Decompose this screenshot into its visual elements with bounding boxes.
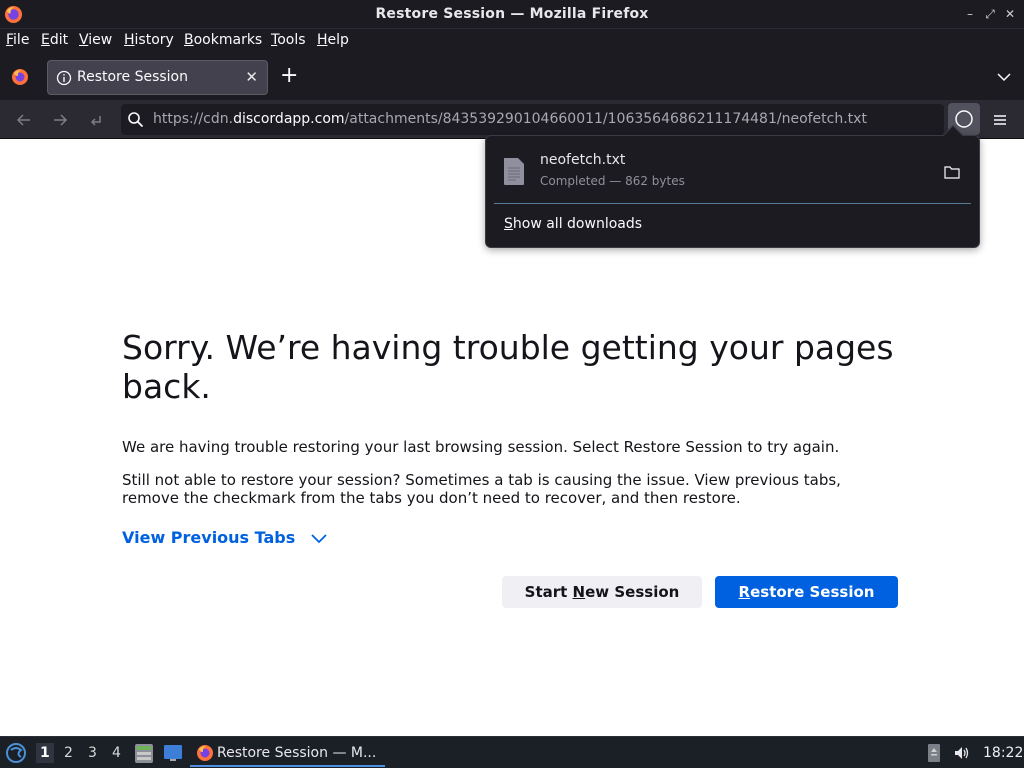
tab-label: Restore Session — [77, 69, 188, 85]
close-window-button[interactable]: ✕ — [1003, 7, 1017, 21]
start-menu-icon[interactable] — [5, 742, 27, 764]
menu-file[interactable]: File — [6, 32, 29, 48]
description-text: We are having trouble restoring your las… — [122, 438, 840, 456]
restore-session-button[interactable]: Restore Session — [715, 576, 898, 608]
menu-tools[interactable]: Tools — [271, 32, 306, 48]
menu-bar: File Edit View History Bookmarks Tools H… — [0, 29, 1024, 54]
forward-icon[interactable] — [51, 111, 69, 129]
file-manager-icon[interactable] — [134, 742, 154, 764]
maximize-button[interactable]: ⤢ — [983, 7, 997, 21]
chevron-down-icon[interactable] — [311, 532, 327, 544]
workspace-2[interactable]: 2 — [64, 745, 73, 761]
reload-icon[interactable] — [87, 111, 105, 129]
workspace-3[interactable]: 3 — [88, 745, 97, 761]
workspace-4[interactable]: 4 — [112, 745, 121, 761]
tab-restore-session[interactable]: Restore Session ✕ — [47, 60, 268, 95]
url-text: https://cdn.discordapp.com/attachments/8… — [153, 111, 867, 127]
clock: 18:22 — [983, 745, 1024, 761]
new-tab-button[interactable]: + — [280, 65, 298, 87]
show-all-downloads-button[interactable]: Show all downloads — [504, 216, 642, 232]
minimize-button[interactable]: – — [963, 7, 977, 21]
menu-view[interactable]: View — [79, 32, 112, 48]
url-bar[interactable]: https://cdn.discordapp.com/attachments/8… — [121, 104, 944, 135]
taskbar: 1 2 3 4 Restore Session — M... 18:22 — [0, 736, 1024, 768]
view-previous-tabs-link[interactable]: View Previous Tabs — [122, 528, 295, 547]
download-status: Completed — 862 bytes — [540, 174, 685, 188]
menu-bookmarks[interactable]: Bookmarks — [184, 32, 262, 48]
info-icon — [56, 70, 72, 86]
download-file-name[interactable]: neofetch.txt — [540, 152, 625, 168]
navigation-bar: https://cdn.discordapp.com/attachments/8… — [0, 100, 1024, 139]
firefox-view-icon[interactable] — [10, 67, 30, 87]
text-file-icon — [504, 158, 524, 185]
menu-history[interactable]: History — [124, 32, 174, 48]
page-title: Sorry. We’re having trouble getting your… — [122, 328, 894, 406]
task-label: Restore Session — M... — [217, 745, 377, 761]
search-icon — [128, 112, 144, 128]
title-bar: Restore Session — Mozilla Firefox – ⤢ ✕ — [0, 0, 1024, 29]
downloads-panel: neofetch.txt Completed — 862 bytes Show … — [485, 125, 980, 248]
workspace-1[interactable]: 1 — [36, 743, 54, 763]
removable-drive-icon[interactable] — [927, 743, 941, 763]
back-icon[interactable] — [15, 111, 33, 129]
firefox-icon — [197, 745, 213, 761]
taskbar-firefox-task[interactable]: Restore Session — M... — [190, 739, 385, 767]
panel-separator — [494, 203, 971, 204]
window-title: Restore Session — Mozilla Firefox — [375, 6, 649, 22]
menu-help[interactable]: Help — [317, 32, 349, 48]
volume-icon[interactable] — [953, 744, 971, 762]
chevron-down-icon[interactable] — [996, 69, 1012, 85]
downloads-progress-icon — [955, 110, 973, 128]
hamburger-menu-icon[interactable] — [991, 111, 1009, 129]
menu-edit[interactable]: Edit — [41, 32, 68, 48]
start-new-session-button[interactable]: Start New Session — [502, 576, 702, 608]
help-text: Still not able to restore your session? … — [122, 471, 841, 507]
folder-icon[interactable] — [944, 165, 960, 179]
desktop-icon[interactable] — [163, 744, 183, 762]
tab-strip: Restore Session ✕ + — [0, 54, 1024, 100]
close-tab-icon[interactable]: ✕ — [245, 68, 258, 86]
